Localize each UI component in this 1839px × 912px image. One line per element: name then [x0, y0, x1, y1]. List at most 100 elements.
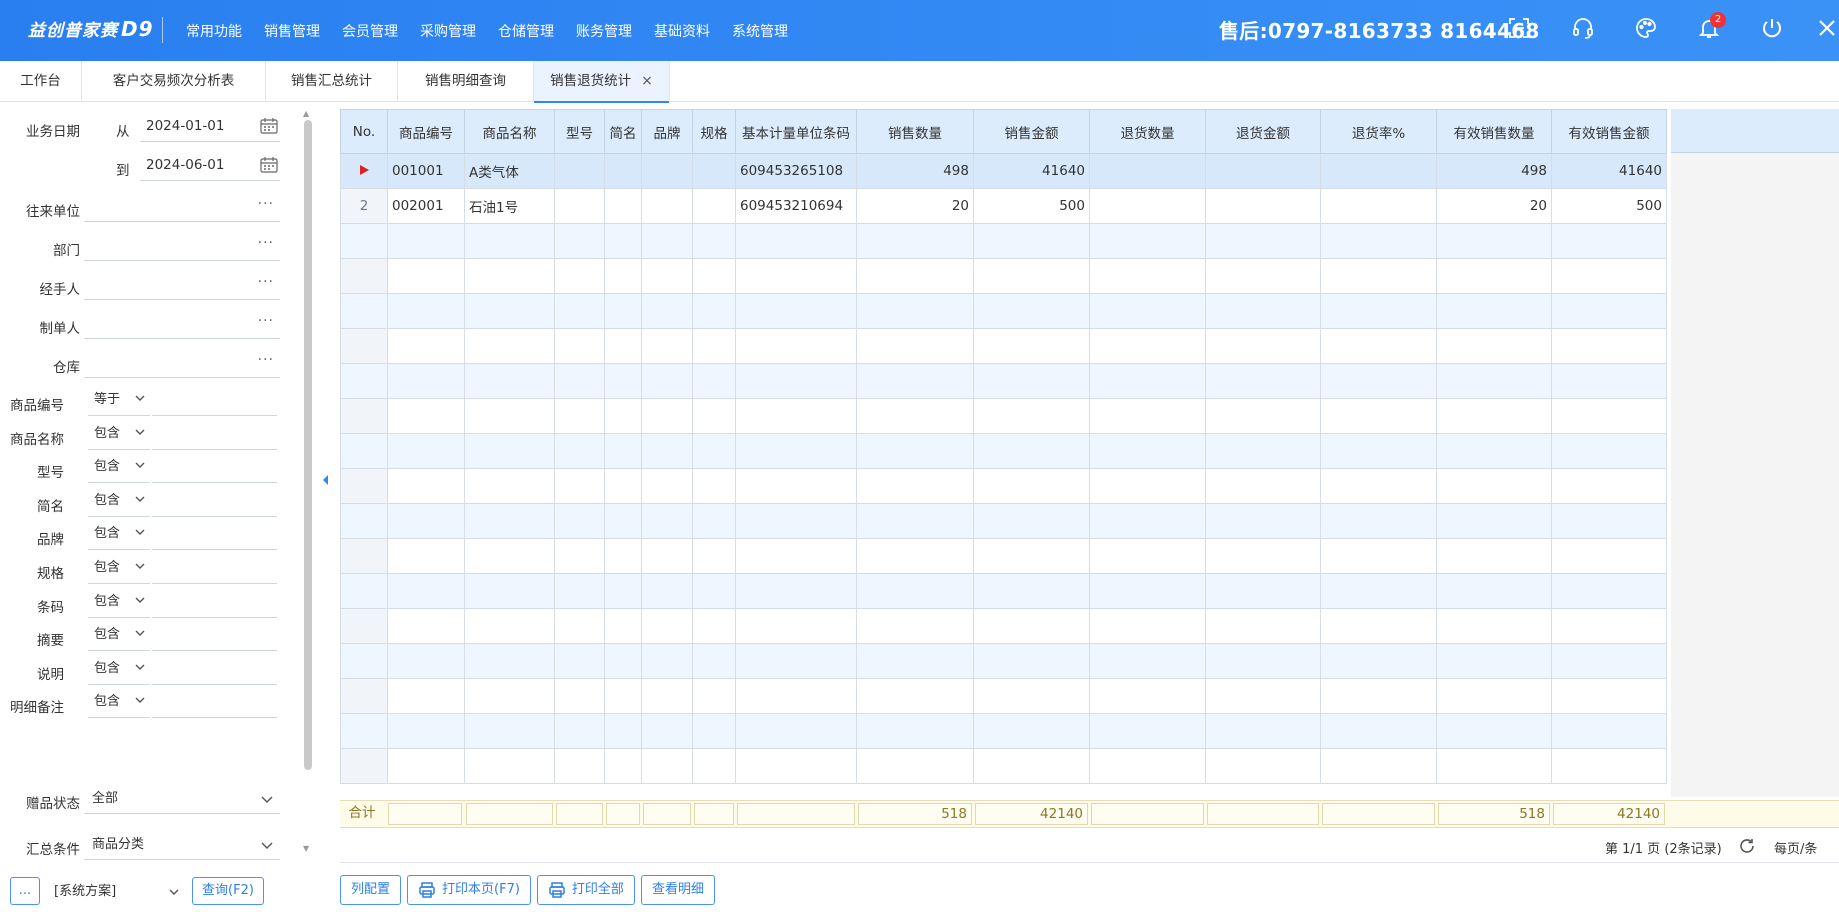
table-cell[interactable]: [641, 643, 693, 679]
table-cell[interactable]: [1205, 503, 1321, 539]
notification-bell-icon[interactable]: 2: [1697, 12, 1726, 40]
table-cell[interactable]: [1320, 433, 1437, 469]
table-cell[interactable]: [1436, 293, 1552, 329]
filter-panel-scrollbar[interactable]: ▲ ▼: [302, 110, 312, 853]
fullscreen-icon[interactable]: [1507, 16, 1531, 40]
table-cell[interactable]: [856, 538, 974, 574]
table-cell[interactable]: [1436, 398, 1552, 434]
table-cell[interactable]: [735, 643, 857, 679]
column-header[interactable]: 退货数量: [1089, 109, 1206, 154]
table-cell[interactable]: [1205, 608, 1321, 644]
query-button[interactable]: 查询(F2): [192, 877, 264, 905]
table-cell[interactable]: [387, 223, 465, 259]
table-row[interactable]: [340, 573, 1667, 609]
column-header[interactable]: 退货率%: [1320, 109, 1437, 154]
column-header[interactable]: 有效销售数量: [1436, 109, 1552, 154]
table-cell[interactable]: [604, 503, 642, 539]
scheme-select[interactable]: [系统方案]: [48, 878, 184, 906]
table-cell[interactable]: [692, 678, 736, 714]
table-cell[interactable]: [554, 608, 605, 644]
table-cell[interactable]: 498: [856, 153, 974, 189]
table-cell[interactable]: [604, 538, 642, 574]
warehouse-input[interactable]: ···: [84, 350, 280, 378]
table-cell[interactable]: [1436, 258, 1552, 294]
table-cell[interactable]: [1551, 643, 1667, 679]
table-cell[interactable]: [856, 713, 974, 749]
table-cell[interactable]: [387, 538, 465, 574]
table-cell[interactable]: [1436, 573, 1552, 609]
table-cell[interactable]: [1205, 328, 1321, 364]
table-cell[interactable]: [1436, 643, 1552, 679]
table-cell[interactable]: [735, 538, 857, 574]
table-cell[interactable]: [464, 678, 555, 714]
table-cell[interactable]: [1320, 153, 1437, 189]
table-cell[interactable]: [554, 153, 605, 189]
table-cell[interactable]: [692, 153, 736, 189]
table-cell[interactable]: [973, 573, 1090, 609]
column-header[interactable]: 商品编号: [387, 109, 465, 154]
table-cell[interactable]: [856, 433, 974, 469]
table-cell[interactable]: [554, 503, 605, 539]
table-cell[interactable]: [1205, 643, 1321, 679]
table-cell[interactable]: [604, 678, 642, 714]
table-cell[interactable]: [554, 258, 605, 294]
table-cell[interactable]: [387, 713, 465, 749]
table-cell[interactable]: [1089, 538, 1206, 574]
table-cell[interactable]: [1320, 608, 1437, 644]
table-cell[interactable]: [1436, 468, 1552, 504]
operator-select[interactable]: 包含: [88, 556, 150, 584]
theme-palette-icon[interactable]: [1634, 16, 1658, 40]
table-cell[interactable]: [641, 188, 693, 224]
table-cell[interactable]: [692, 538, 736, 574]
table-cell[interactable]: [387, 678, 465, 714]
table-row[interactable]: [340, 748, 1667, 784]
table-row[interactable]: [340, 293, 1667, 329]
gift-status-select[interactable]: 全部: [84, 786, 280, 814]
table-row[interactable]: [340, 643, 1667, 679]
operator-value-input[interactable]: [152, 455, 277, 483]
table-cell[interactable]: [1551, 258, 1667, 294]
table-cell[interactable]: [1320, 643, 1437, 679]
column-header[interactable]: 规格: [692, 109, 736, 154]
table-cell[interactable]: [641, 258, 693, 294]
table-cell[interactable]: [387, 258, 465, 294]
table-cell[interactable]: [735, 468, 857, 504]
table-row[interactable]: [340, 328, 1667, 364]
table-cell[interactable]: [856, 468, 974, 504]
table-cell[interactable]: [554, 573, 605, 609]
row-number-cell[interactable]: [340, 398, 388, 434]
table-cell[interactable]: [856, 608, 974, 644]
row-number-cell[interactable]: [340, 608, 388, 644]
handler-input[interactable]: ···: [84, 272, 280, 300]
table-cell[interactable]: [1205, 433, 1321, 469]
row-number-cell[interactable]: [340, 328, 388, 364]
table-cell[interactable]: [735, 503, 857, 539]
table-cell[interactable]: [604, 188, 642, 224]
table-row[interactable]: [340, 503, 1667, 539]
table-cell[interactable]: [1205, 538, 1321, 574]
table-cell[interactable]: [973, 503, 1090, 539]
table-cell[interactable]: [735, 713, 857, 749]
table-cell[interactable]: [554, 328, 605, 364]
table-cell[interactable]: [1205, 468, 1321, 504]
table-cell[interactable]: [1089, 223, 1206, 259]
table-cell[interactable]: [1551, 573, 1667, 609]
table-cell[interactable]: 609453265108: [735, 153, 857, 189]
party-input[interactable]: ···: [84, 194, 280, 222]
operator-select[interactable]: 包含: [88, 422, 150, 450]
operator-select[interactable]: 包含: [88, 522, 150, 550]
table-cell[interactable]: [1551, 748, 1667, 784]
tab-workbench[interactable]: 工作台: [0, 61, 82, 102]
table-cell[interactable]: [692, 573, 736, 609]
table-cell[interactable]: [387, 503, 465, 539]
table-cell[interactable]: [1320, 258, 1437, 294]
table-cell[interactable]: [692, 363, 736, 399]
table-cell[interactable]: [604, 748, 642, 784]
table-cell[interactable]: [1089, 503, 1206, 539]
table-cell[interactable]: [1436, 223, 1552, 259]
table-cell[interactable]: [1551, 608, 1667, 644]
table-cell[interactable]: [856, 643, 974, 679]
table-cell[interactable]: [735, 678, 857, 714]
table-cell[interactable]: [735, 433, 857, 469]
tab-sales-return-stats[interactable]: 销售退货统计 ×: [534, 61, 670, 103]
